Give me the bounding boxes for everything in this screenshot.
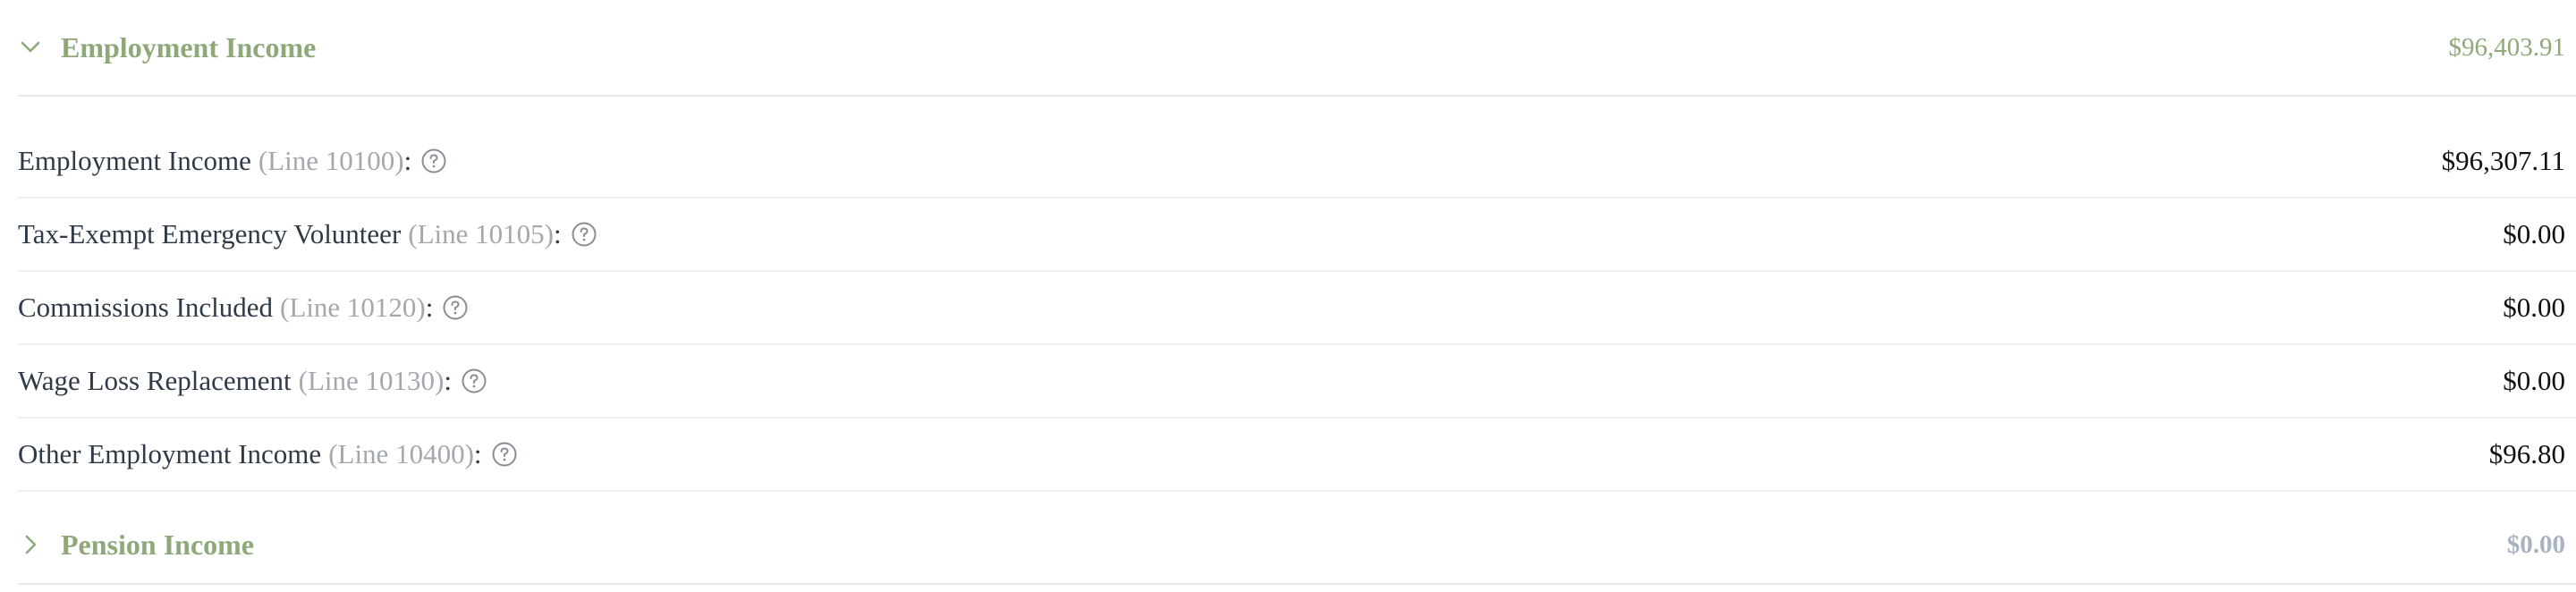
help-icon[interactable] xyxy=(420,148,447,174)
section-title: Employment Income xyxy=(61,30,317,63)
row-line-ref: (Line 10105) xyxy=(408,218,554,249)
section-title: Pension Income xyxy=(61,528,254,561)
income-row-commissions: Commissions Included (Line 10120) : $0.0… xyxy=(18,272,2576,345)
row-label: Tax-Exempt Emergency Volunteer xyxy=(18,218,402,249)
chevron-down-icon[interactable] xyxy=(18,35,43,60)
row-line-ref: (Line 10130) xyxy=(298,365,445,396)
income-row-wage-loss: Wage Loss Replacement (Line 10130) : $0.… xyxy=(18,345,2576,419)
help-icon[interactable] xyxy=(461,368,487,394)
help-icon[interactable] xyxy=(442,294,469,321)
row-label: Employment Income xyxy=(18,145,251,176)
income-row-other-employment: Other Employment Income (Line 10400) : $… xyxy=(18,419,2576,492)
row-value: $96,307.11 xyxy=(2441,145,2565,176)
income-row-employment: Employment Income (Line 10100) : $96,307… xyxy=(18,125,2576,199)
row-line-ref: (Line 10120) xyxy=(280,292,426,323)
row-label: Wage Loss Replacement xyxy=(18,365,292,396)
help-icon[interactable] xyxy=(491,441,518,468)
row-colon: : xyxy=(473,438,482,469)
section-total: $96,403.91 xyxy=(2448,32,2566,62)
section-header-employment-income[interactable]: Employment Income $96,403.91 xyxy=(18,0,2576,97)
row-colon: : xyxy=(444,365,453,396)
row-value: $0.00 xyxy=(2503,365,2565,396)
chevron-right-icon[interactable] xyxy=(18,532,43,557)
help-icon[interactable] xyxy=(571,221,597,248)
income-row-tax-exempt-volunteer: Tax-Exempt Emergency Volunteer (Line 101… xyxy=(18,199,2576,272)
row-colon: : xyxy=(553,218,562,249)
row-line-ref: (Line 10400) xyxy=(328,438,474,469)
income-panel: Employment Income $96,403.91 Employment … xyxy=(0,0,2576,592)
section-total: $0.00 xyxy=(2506,529,2565,559)
row-colon: : xyxy=(403,145,412,176)
row-label: Other Employment Income xyxy=(18,438,322,469)
row-line-ref: (Line 10100) xyxy=(258,145,404,176)
row-label: Commissions Included xyxy=(18,292,274,323)
row-value: $96.80 xyxy=(2488,438,2565,469)
row-colon: : xyxy=(425,292,434,323)
section-header-pension-income[interactable]: Pension Income $0.00 xyxy=(18,506,2576,585)
row-value: $0.00 xyxy=(2503,292,2565,323)
row-value: $0.00 xyxy=(2503,218,2565,249)
